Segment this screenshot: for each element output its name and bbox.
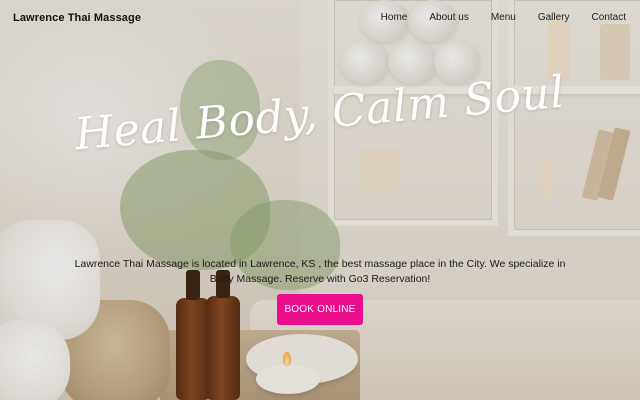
hero-tagline: Heal Body, Calm Soul xyxy=(0,67,640,161)
site-brand[interactable]: Lawrence Thai Massage xyxy=(13,12,141,24)
nav-contact[interactable]: Contact xyxy=(592,12,626,23)
nav-about-us[interactable]: About us xyxy=(429,12,468,23)
nav-menu[interactable]: Menu xyxy=(491,12,516,23)
book-online-button[interactable]: BOOK ONLINE xyxy=(277,294,363,325)
hero-background-image xyxy=(0,0,640,400)
nav-home[interactable]: Home xyxy=(381,12,408,23)
main-nav: Home About us Menu Gallery Contact xyxy=(381,12,626,23)
nav-gallery[interactable]: Gallery xyxy=(538,12,570,23)
site-header: Lawrence Thai Massage Home About us Menu… xyxy=(0,0,640,40)
hero-intro-text: Lawrence Thai Massage is located in Lawr… xyxy=(74,258,566,285)
